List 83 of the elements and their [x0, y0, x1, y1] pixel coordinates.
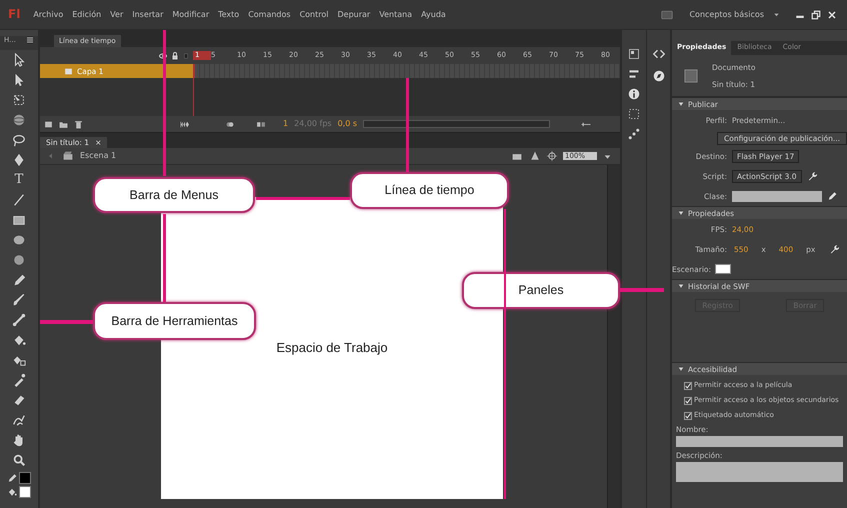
fill-color-swatch[interactable]	[19, 486, 31, 498]
compass-icon[interactable]	[652, 70, 664, 82]
caret-icon[interactable]	[773, 11, 780, 18]
circle-icon[interactable]	[12, 253, 26, 267]
elapsed-time: 0,0 s	[338, 119, 358, 129]
stage-color-swatch[interactable]	[715, 264, 731, 274]
eraser-icon[interactable]	[12, 393, 26, 407]
name-field[interactable]	[676, 436, 843, 447]
paint-bucket-icon[interactable]	[7, 487, 17, 497]
scene-icon	[62, 151, 74, 161]
eyedropper-icon[interactable]	[12, 373, 26, 387]
bone-icon[interactable]	[12, 313, 26, 327]
transform-icon[interactable]	[628, 108, 640, 120]
pencil-icon[interactable]	[827, 191, 837, 201]
rectangle-icon[interactable]	[12, 213, 26, 227]
frame-cells[interactable]	[193, 64, 620, 78]
menu-item[interactable]: Insertar	[132, 10, 164, 20]
brush-icon[interactable]	[12, 293, 26, 307]
info-icon[interactable]	[628, 88, 640, 100]
pencil-icon[interactable]	[12, 273, 26, 287]
stroke-color-swatch[interactable]	[19, 472, 31, 484]
search-icon[interactable]	[12, 453, 26, 467]
description-field[interactable]	[676, 462, 843, 482]
current-frame: 1	[283, 119, 288, 129]
checkbox[interactable]	[684, 396, 692, 404]
oval-icon[interactable]	[12, 233, 26, 247]
motion-path-icon[interactable]	[628, 128, 640, 140]
outline-icon[interactable]	[183, 52, 189, 60]
line-icon[interactable]	[12, 193, 26, 207]
scene-name: Escena 1	[80, 151, 116, 161]
menu-item[interactable]: Control	[300, 10, 328, 20]
free-transform-icon[interactable]	[12, 93, 26, 107]
pen-icon[interactable]	[12, 153, 26, 167]
callout: Línea de tiempo	[350, 172, 509, 209]
expand-triangle-icon[interactable]	[678, 101, 684, 107]
folder-icon[interactable]	[59, 120, 68, 128]
checkbox[interactable]	[684, 382, 692, 390]
menu-item[interactable]: Ver	[110, 10, 124, 20]
eye-icon[interactable]	[159, 52, 167, 60]
vertical-scrollbar[interactable]	[607, 165, 620, 508]
callout: Barra de Menus	[93, 177, 255, 213]
panel-menu-icon[interactable]	[26, 36, 34, 44]
wrench-icon[interactable]	[806, 171, 817, 181]
pencil-icon[interactable]	[7, 473, 17, 483]
menu-item[interactable]: Ventana	[379, 10, 412, 20]
center-stage-icon[interactable]	[547, 151, 557, 161]
code-icon[interactable]	[652, 48, 664, 60]
menu-item[interactable]: Modificar	[172, 10, 210, 20]
menu-item[interactable]: Comandos	[248, 10, 291, 20]
callout: Barra de Herramientas	[93, 302, 256, 340]
document-icon	[684, 68, 698, 82]
expand-triangle-icon[interactable]	[678, 210, 684, 216]
layer-icon	[64, 66, 73, 76]
globe-icon[interactable]	[12, 113, 26, 127]
workspace-dropdown[interactable]: Conceptos básicos	[689, 10, 764, 20]
timeline-scrollbar[interactable]	[363, 120, 550, 128]
menu-item[interactable]: Depurar	[338, 10, 370, 20]
callout: Paneles	[462, 272, 620, 309]
paint-bucket-icon[interactable]	[12, 333, 26, 347]
lasso-icon[interactable]	[12, 133, 26, 147]
text-tool-button[interactable]: T	[11, 172, 27, 188]
app-logo: Fl	[8, 7, 20, 22]
edit-symbols-icon[interactable]	[529, 151, 541, 161]
menu-item[interactable]: Ayuda	[421, 10, 446, 20]
expand-triangle-icon[interactable]	[678, 366, 684, 372]
expand-triangle-icon[interactable]	[678, 283, 684, 289]
stage-label: Espacio de Trabajo	[276, 340, 388, 356]
frame-rate: 24,00 fps	[294, 119, 332, 129]
restore-icon[interactable]	[809, 8, 823, 20]
lock-icon[interactable]	[171, 52, 179, 60]
select-arrow-icon[interactable]	[12, 53, 26, 67]
checkbox[interactable]	[684, 412, 692, 420]
edit-scene-icon[interactable]	[511, 151, 523, 161]
new-layer-icon[interactable]	[44, 120, 53, 128]
grid-icon[interactable]	[628, 48, 640, 60]
menu-item[interactable]: Edición	[72, 10, 102, 20]
width-tool-icon[interactable]	[12, 413, 26, 427]
menu-item[interactable]: Archivo	[33, 10, 64, 20]
align-icon[interactable]	[628, 68, 640, 80]
wrench-icon[interactable]	[829, 244, 839, 254]
trash-icon[interactable]	[74, 120, 83, 128]
class-field[interactable]	[732, 190, 822, 202]
menu-item[interactable]: Texto	[218, 10, 240, 20]
